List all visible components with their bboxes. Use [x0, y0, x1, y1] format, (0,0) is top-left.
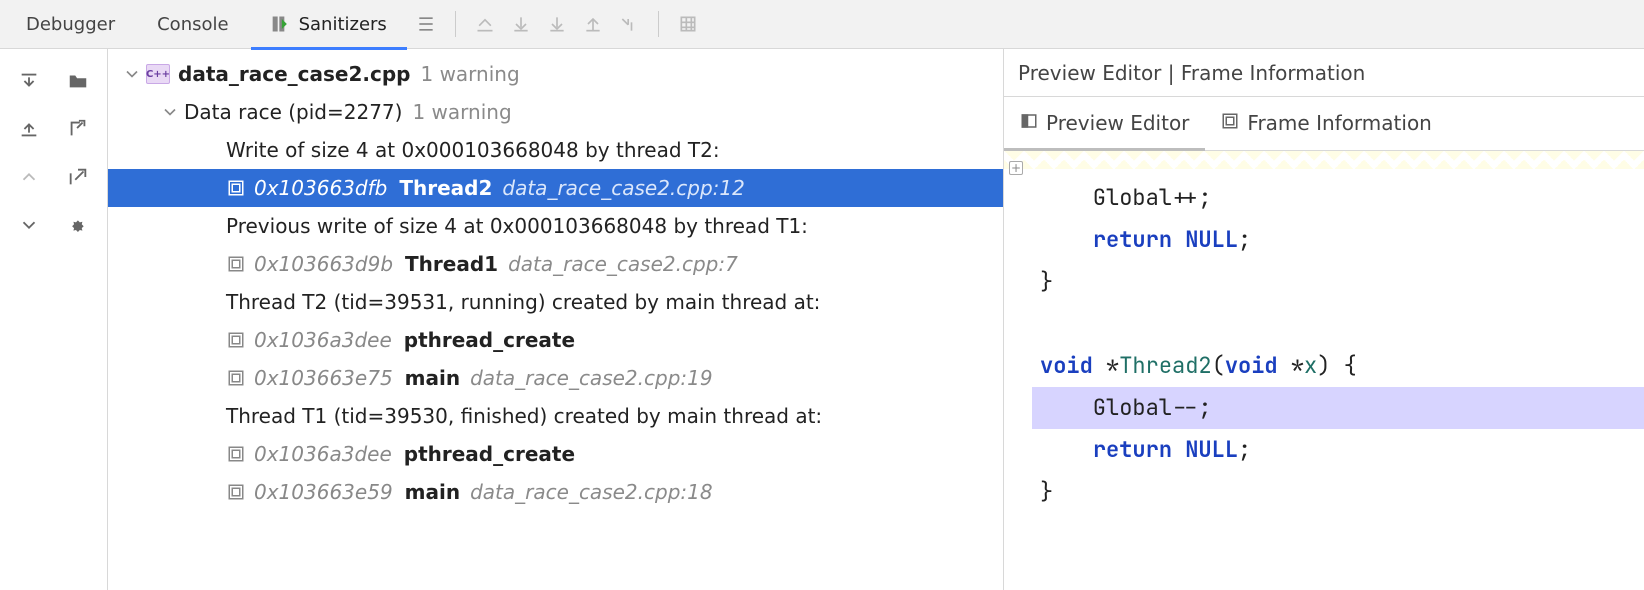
frame-function: main — [405, 480, 460, 504]
folded-region-marker — [1004, 151, 1644, 169]
collapse-up-icon[interactable] — [6, 107, 52, 151]
code-line: void *Thread2(void *x) { — [1032, 345, 1644, 387]
tree-frame-row[interactable]: 0x103663e75 main data_race_case2.cpp:19 — [108, 359, 1003, 397]
frame-icon — [226, 483, 246, 501]
tree-frame-row[interactable]: 0x1036a3dee pthread_create — [108, 435, 1003, 473]
toolbar-separator — [658, 11, 659, 37]
panel-icon — [1020, 111, 1038, 135]
preview-tab-label: Preview Editor — [1046, 111, 1189, 135]
tree-section-header[interactable]: Thread T2 (tid=39531, running) created b… — [108, 283, 1003, 321]
frame-address: 0x1036a3dee — [254, 328, 392, 352]
tree-section-header[interactable]: Previous write of size 4 at 0x0001036680… — [108, 207, 1003, 245]
frame-location: data_race_case2.cpp:18 — [470, 480, 712, 504]
tree-frame-row[interactable]: 0x103663d9b Thread1 data_race_case2.cpp:7 — [108, 245, 1003, 283]
tree-section-header[interactable]: Thread T1 (tid=39530, finished) created … — [108, 397, 1003, 435]
code-line: Global++; — [1032, 177, 1644, 219]
frame-address: 0x1036a3dee — [254, 442, 392, 466]
race-title: Data race (pid=2277) — [184, 100, 402, 124]
upload-icon — [576, 7, 610, 41]
download-icon — [504, 7, 538, 41]
race-warning-suffix: 1 warning — [412, 100, 511, 124]
grid-icon — [671, 7, 705, 41]
chevron-down-icon[interactable] — [160, 102, 180, 122]
frame-location: data_race_case2.cpp:7 — [508, 252, 738, 276]
open-external-icon[interactable] — [56, 155, 102, 199]
frame-icon — [226, 369, 246, 387]
tree-frame-row[interactable]: 0x103663e59 main data_race_case2.cpp:18 — [108, 473, 1003, 511]
tab-sanitizers[interactable]: Sanitizers — [251, 0, 407, 49]
frame-icon — [1221, 111, 1239, 135]
preview-panel: Preview Editor | Frame Information Previ… — [1004, 49, 1644, 590]
collapse-down-icon[interactable] — [6, 59, 52, 103]
cpp-file-icon: C++ — [146, 64, 170, 84]
frame-function: Thread1 — [405, 252, 498, 276]
nav-up-icon — [6, 155, 52, 199]
frame-icon — [226, 445, 246, 463]
tree-frame-row[interactable]: 0x103663dfb Thread2 data_race_case2.cpp:12 — [108, 169, 1003, 207]
preview-header: Preview Editor | Frame Information — [1004, 49, 1644, 97]
tab-debugger[interactable]: Debugger — [6, 0, 135, 49]
frame-function: main — [405, 366, 460, 390]
chevron-down-icon[interactable] — [122, 64, 142, 84]
frame-address: 0x103663e59 — [254, 480, 393, 504]
toolbar-separator — [455, 11, 456, 37]
code-line: } — [1032, 261, 1644, 303]
download2-icon — [540, 7, 574, 41]
sanitizers-icon — [271, 14, 291, 34]
frame-address: 0x103663d9b — [254, 252, 393, 276]
tree-section-header[interactable]: Write of size 4 at 0x000103668048 by thr… — [108, 131, 1003, 169]
main-split: C++ data_race_case2.cpp 1 warning Data r… — [0, 49, 1644, 590]
code-line: Global--; — [1032, 387, 1644, 429]
preview-tab-frame-info[interactable]: Frame Information — [1205, 96, 1447, 150]
section-text: Write of size 4 at 0x000103668048 by thr… — [226, 138, 720, 162]
code-line: return NULL; — [1032, 219, 1644, 261]
tree-file-row[interactable]: C++ data_race_case2.cpp 1 warning — [108, 55, 1003, 93]
frame-function: pthread_create — [404, 442, 575, 466]
tree-race-row[interactable]: Data race (pid=2277) 1 warning — [108, 93, 1003, 131]
settings-icon[interactable] — [56, 203, 102, 247]
cursor-down-icon — [612, 7, 646, 41]
frame-address: 0x103663dfb — [254, 176, 387, 200]
frame-location: data_race_case2.cpp:12 — [502, 176, 744, 200]
preview-tab-bar: Preview Editor Frame Information — [1004, 97, 1644, 151]
frame-location: data_race_case2.cpp:19 — [470, 366, 712, 390]
tree-frame-row[interactable]: 0x1036a3dee pthread_create — [108, 321, 1003, 359]
preview-editor[interactable]: + Global++; return NULL;} void *Thread2(… — [1004, 151, 1644, 590]
file-name: data_race_case2.cpp — [178, 62, 410, 86]
expand-fold-icon[interactable]: + — [1009, 161, 1023, 175]
frame-icon — [226, 255, 246, 273]
section-text: Thread T2 (tid=39531, running) created b… — [226, 290, 820, 314]
tab-sanitizers-label: Sanitizers — [299, 14, 387, 35]
export-icon[interactable] — [56, 107, 102, 151]
preview-tab-preview-editor[interactable]: Preview Editor — [1004, 96, 1205, 150]
top-tab-bar: Debugger Console Sanitizers — [0, 0, 1644, 49]
tab-console[interactable]: Console — [137, 0, 248, 49]
frame-function: pthread_create — [404, 328, 575, 352]
frame-function: Thread2 — [399, 176, 492, 200]
folder-icon[interactable] — [56, 59, 102, 103]
file-warning-suffix: 1 warning — [420, 62, 519, 86]
left-rail — [0, 49, 108, 590]
nav-down-icon[interactable] — [6, 203, 52, 247]
code-line: } — [1032, 471, 1644, 513]
frame-address: 0x103663e75 — [254, 366, 393, 390]
code-line — [1032, 303, 1644, 345]
stack-up-icon — [468, 7, 502, 41]
frame-icon — [226, 331, 246, 349]
layout-toggle-icon[interactable] — [409, 7, 443, 41]
code-line: return NULL; — [1032, 429, 1644, 471]
frame-icon — [226, 179, 246, 197]
section-text: Thread T1 (tid=39530, finished) created … — [226, 404, 822, 428]
issues-tree[interactable]: C++ data_race_case2.cpp 1 warning Data r… — [108, 49, 1004, 590]
section-text: Previous write of size 4 at 0x0001036680… — [226, 214, 808, 238]
frame-tab-label: Frame Information — [1247, 111, 1431, 135]
